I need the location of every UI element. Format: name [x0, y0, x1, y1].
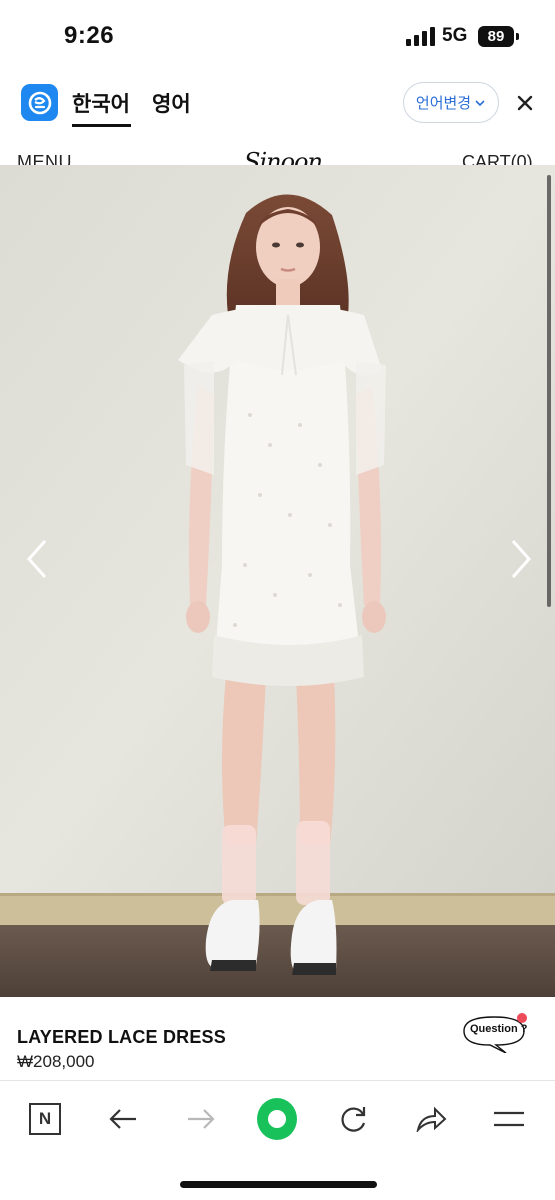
product-photo-white-lace-dress [0, 165, 555, 997]
share-icon[interactable] [411, 1099, 451, 1139]
refresh-icon[interactable] [334, 1099, 374, 1139]
product-name: LAYERED LACE DRESS [17, 1027, 226, 1047]
next-image-arrow-icon[interactable] [508, 538, 534, 580]
forward-arrow-icon[interactable] [181, 1099, 221, 1139]
previous-image-arrow-icon[interactable] [24, 538, 50, 580]
status-bar: 9:26 5G 89 [0, 0, 555, 72]
site-header: MENU Sinoon CART(0) [0, 138, 555, 176]
battery-tip [516, 33, 519, 40]
question-label: Question ? [470, 1023, 528, 1035]
green-home-circle-icon[interactable] [257, 1098, 297, 1140]
chevron-down-icon [475, 99, 485, 106]
active-tab-underline [72, 124, 131, 127]
battery-icon: 89 [478, 26, 514, 47]
translate-app-icon[interactable] [21, 84, 58, 121]
back-arrow-icon[interactable] [103, 1099, 143, 1139]
change-language-label: 언어변경 [415, 95, 472, 112]
product-price: ₩208,000 [17, 1052, 95, 1071]
change-language-button[interactable]: 언어변경 [403, 82, 499, 123]
status-time: 9:26 [64, 22, 115, 49]
network-label: 5G [442, 25, 468, 46]
naver-n-glyph: N [29, 1103, 61, 1135]
page-scrollbar[interactable] [547, 175, 551, 607]
question-button[interactable]: Question ? [460, 1013, 530, 1053]
product-info: LAYERED LACE DRESS ₩208,000 Question ? [0, 997, 555, 1080]
target-language-tab[interactable]: 영어 [152, 88, 191, 118]
signal-icon [406, 27, 435, 46]
source-language-tab[interactable]: 한국어 [72, 88, 130, 118]
product-photo[interactable] [0, 165, 555, 997]
translation-bar: 한국어 영어 언어변경 [0, 72, 555, 138]
home-indicator [180, 1181, 377, 1188]
menu-lines-icon[interactable] [489, 1099, 529, 1139]
naver-n-icon[interactable]: N [25, 1099, 65, 1139]
close-icon[interactable] [512, 90, 538, 116]
battery-level: 89 [487, 28, 505, 45]
